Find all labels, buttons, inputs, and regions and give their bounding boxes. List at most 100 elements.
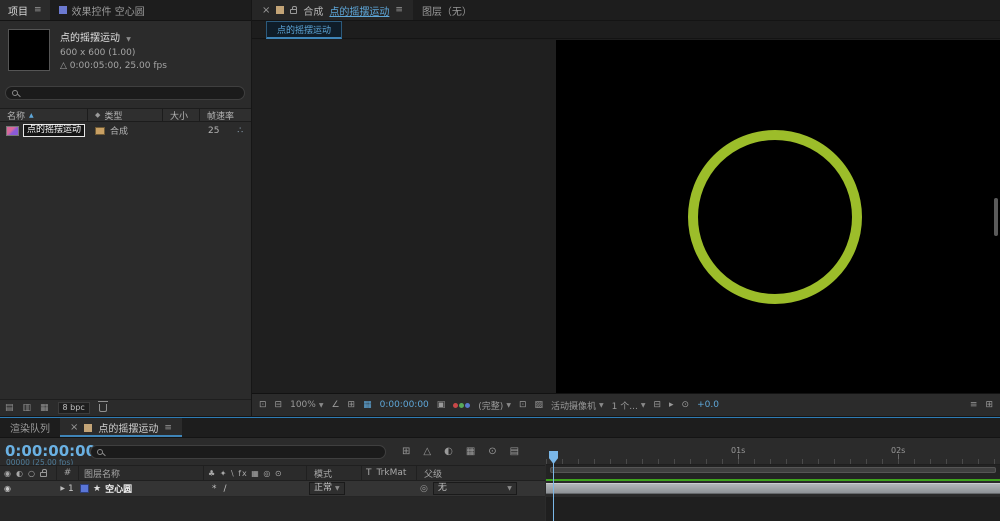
panel-menu-icon[interactable]: ≡ xyxy=(34,5,42,15)
timeline-outline: 0:00:00:00 00000 (25.00 fps) ⊞ △ ◐ ▦ ⊙ ▤… xyxy=(0,439,545,521)
layer-number: 1 xyxy=(68,484,74,494)
pixel-aspect-icon[interactable]: ⊟ xyxy=(653,400,661,410)
graph-editor-icon[interactable]: ▤ xyxy=(510,446,519,457)
column-header-mode[interactable]: 模式 xyxy=(306,466,361,480)
composition-viewer-panel: × 合成 点的摇摆运动 ≡ 图层（无） 点的摇摆运动 ⊡ ⊟ 10 xyxy=(252,0,1000,416)
mini-flowchart-icon[interactable]: ⊞ xyxy=(402,446,410,457)
project-item-name-edit[interactable]: 点的摇摆运动 xyxy=(23,124,85,137)
effect-controls-panel-icon xyxy=(59,6,67,14)
workspace-menu-icon[interactable]: ≡ xyxy=(970,400,978,410)
magnification-dropdown[interactable]: 100% ▼ xyxy=(290,400,323,410)
viewer-timecode[interactable]: 0:00:00:00 xyxy=(380,400,429,410)
tab-composition-name[interactable]: 点的摇摆运动 xyxy=(329,3,389,18)
tab-timeline-comp[interactable]: × 点的摇摆运动 ≡ xyxy=(60,418,182,437)
panel-menu-icon[interactable]: ≡ xyxy=(395,5,403,15)
timeline-search-input[interactable] xyxy=(90,445,386,459)
layer-duration-bar[interactable] xyxy=(546,483,1000,494)
resolution-dropdown[interactable]: (完整) ▼ xyxy=(478,399,511,412)
new-composition-icon[interactable]: ▦ xyxy=(40,403,49,413)
viewport-scrollbar[interactable] xyxy=(994,198,998,236)
column-header-number[interactable]: # xyxy=(56,466,78,480)
lock-icon[interactable] xyxy=(40,472,47,477)
lock-icon[interactable] xyxy=(290,9,297,14)
project-table-header: 名称 ▲ ◆ 类型 大小 帧速率 xyxy=(0,108,251,122)
show-channels-icon[interactable] xyxy=(453,403,470,408)
column-header-framerate[interactable]: 帧速率 xyxy=(200,109,246,121)
close-icon[interactable]: × xyxy=(70,422,78,433)
column-header-parent[interactable]: 父级 xyxy=(416,466,545,480)
chevron-down-icon: ▼ xyxy=(507,483,512,494)
view-layout-dropdown[interactable]: 1 个... ▼ xyxy=(612,399,646,412)
chevron-down-icon: ▼ xyxy=(506,402,511,409)
project-search-input[interactable] xyxy=(5,86,245,100)
exposure-gear-icon[interactable]: ⊙ xyxy=(682,400,690,410)
new-folder-icon[interactable]: ▥ xyxy=(23,403,32,413)
layer-color-label[interactable] xyxy=(80,484,89,493)
tab-render-queue[interactable]: 渲染队列 xyxy=(0,418,60,437)
collapse-transforms-switch[interactable]: * xyxy=(212,484,217,494)
transparency-grid-icon[interactable]: ▨ xyxy=(535,400,544,410)
camera-dropdown[interactable]: 活动摄像机 ▼ xyxy=(551,399,604,412)
project-comp-info: 点的摇摆运动 ▼ 600 x 600 (1.00) △ 0:00:05:00, … xyxy=(0,21,251,81)
close-icon[interactable]: × xyxy=(262,5,270,16)
main-display-icon[interactable]: ⊟ xyxy=(275,400,283,410)
composition-item-icon xyxy=(6,126,19,136)
trash-icon[interactable] xyxy=(99,404,107,412)
timeline-panel-icon xyxy=(84,424,92,432)
motion-blur-icon[interactable]: ⊙ xyxy=(488,446,496,457)
comp-thumbnail[interactable] xyxy=(8,29,50,71)
comp-navigator: 点的摇摆运动 xyxy=(252,21,1000,39)
expander-icon[interactable]: ▶ xyxy=(60,485,65,492)
fast-preview-icon[interactable]: ▸ xyxy=(669,400,674,410)
layer-switches: * / xyxy=(203,481,306,496)
timeline-tabbar: 渲染队列 × 点的摇摆运动 ≡ xyxy=(0,418,1000,438)
time-ruler[interactable]: 01s 02s xyxy=(546,439,1000,465)
panel-menu-icon[interactable]: ≡ xyxy=(164,423,172,433)
layer-mode-cell: 正常 ▼ xyxy=(306,481,361,496)
panel-grid-icon[interactable]: ⊞ xyxy=(985,400,993,410)
composition-viewport[interactable] xyxy=(556,40,1000,393)
hide-shy-layers-icon[interactable]: ◐ xyxy=(444,446,453,457)
grid-guides-icon[interactable]: ⊞ xyxy=(348,400,356,410)
column-header-layer-name[interactable]: 图层名称 xyxy=(78,466,203,480)
frame-blend-icon[interactable]: ▦ xyxy=(466,446,475,457)
project-footer: ▤ ▥ ▦ 8 bpc xyxy=(0,399,251,416)
layer-name-cell[interactable]: ★ 空心圆 xyxy=(78,481,203,496)
tab-effect-controls[interactable]: 效果控件 空心圆 xyxy=(50,0,154,20)
audio-icon[interactable]: ◐ xyxy=(16,469,23,478)
pickwhip-icon[interactable]: ◎ xyxy=(420,484,428,494)
eye-icon[interactable]: ◉ xyxy=(4,469,11,478)
layer-trkmat-cell[interactable] xyxy=(361,481,416,496)
track-area-empty xyxy=(546,497,1000,521)
tab-composition[interactable]: × 合成 点的摇摆运动 ≡ xyxy=(252,0,413,20)
column-header-size[interactable]: 大小 xyxy=(163,109,200,121)
draft-3d-icon[interactable]: △ xyxy=(423,446,431,457)
eye-icon[interactable]: ◉ xyxy=(4,484,11,493)
column-header-switches[interactable]: ♣ ✦ \ fx ▦ ◎ ⊙ xyxy=(203,466,306,480)
always-preview-icon[interactable]: ⊡ xyxy=(259,400,267,410)
column-header-trkmat[interactable]: T TrkMat xyxy=(361,466,416,480)
ruler-icon[interactable]: ∠ xyxy=(331,400,339,410)
interpret-footage-icon[interactable]: ▤ xyxy=(5,403,14,413)
tab-project[interactable]: 项目 ≡ xyxy=(0,0,50,20)
mask-visibility-icon[interactable]: ▦ xyxy=(363,400,372,410)
comp-name-row[interactable]: 点的摇摆运动 ▼ xyxy=(60,29,167,44)
column-header-type[interactable]: ◆ 类型 xyxy=(88,109,163,121)
comp-navigator-item[interactable]: 点的摇摆运动 xyxy=(266,21,342,39)
shape-layer-icon: ★ xyxy=(93,484,101,494)
project-item-row[interactable]: 点的摇摆运动 合成 25 ∴ xyxy=(0,123,251,138)
work-area-bar[interactable] xyxy=(550,467,996,473)
parent-dropdown[interactable]: 无 ▼ xyxy=(433,482,517,495)
column-header-name[interactable]: 名称 ▲ xyxy=(0,109,88,121)
project-panel: 项目 ≡ 效果控件 空心圆 点的摇摆运动 ▼ 600 x 600 (1.00) … xyxy=(0,0,251,416)
solo-icon[interactable]: ○ xyxy=(28,469,35,478)
quality-switch[interactable]: / xyxy=(224,484,227,494)
timeline-panel: 渲染队列 × 点的摇摆运动 ≡ 0:00:00:00 00000 (25.00 … xyxy=(0,417,1000,521)
snapshot-icon[interactable]: ▣ xyxy=(437,400,446,410)
bit-depth-button[interactable]: 8 bpc xyxy=(58,402,90,414)
exposure-value[interactable]: +0.0 xyxy=(697,400,719,410)
region-of-interest-icon[interactable]: ⊡ xyxy=(519,400,527,410)
tab-layer[interactable]: 图层（无） xyxy=(413,0,481,20)
layer-row[interactable]: ◉ ▶ 1 ★ 空心圆 * / xyxy=(0,481,545,497)
blend-mode-dropdown[interactable]: 正常 ▼ xyxy=(309,482,345,495)
